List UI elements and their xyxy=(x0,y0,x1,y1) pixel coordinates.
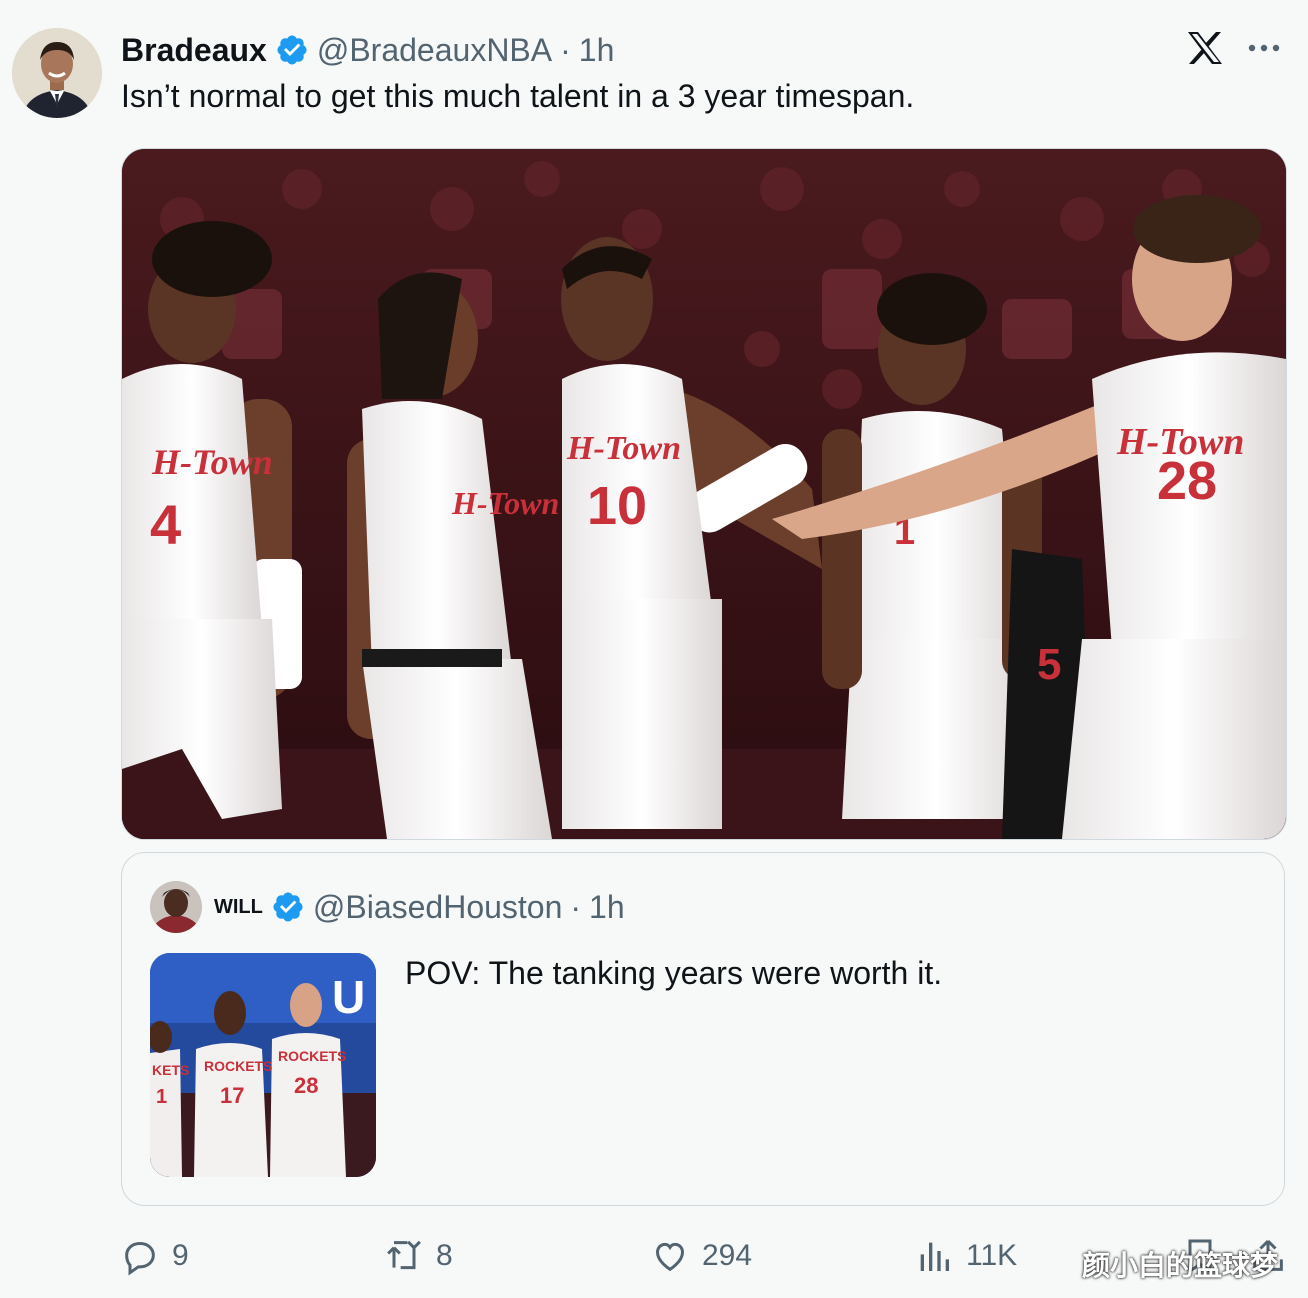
author-avatar[interactable] xyxy=(12,28,102,118)
svg-text:17: 17 xyxy=(220,1083,244,1108)
separator-dot: · xyxy=(560,31,571,68)
retweet-button[interactable]: 8 xyxy=(384,1226,453,1286)
quoted-header: WILL @BiasedHouston · 1h xyxy=(214,887,625,927)
svg-text:H-Town: H-Town xyxy=(451,485,559,521)
view-count: 11K xyxy=(966,1239,1018,1272)
like-count: 294 xyxy=(702,1239,753,1272)
retweet-icon xyxy=(387,1240,421,1270)
svg-text:1: 1 xyxy=(156,1086,167,1108)
quoted-text: POV: The tanking years were worth it. xyxy=(405,955,943,991)
x-logo-icon xyxy=(1188,32,1222,64)
thumb-banner-text: U xyxy=(332,971,365,1023)
like-button[interactable]: 294 xyxy=(650,1226,752,1286)
like-icon xyxy=(655,1242,685,1272)
svg-text:H-Town: H-Town xyxy=(151,442,273,482)
views-icon xyxy=(920,1242,949,1271)
quoted-timestamp[interactable]: 1h xyxy=(589,889,625,926)
svg-text:5: 5 xyxy=(1037,640,1061,689)
reply-count: 9 xyxy=(172,1239,189,1272)
reply-icon xyxy=(125,1241,155,1276)
quoted-handle[interactable]: @BiasedHouston xyxy=(313,889,563,926)
svg-text:28: 28 xyxy=(1157,451,1217,511)
author-handle[interactable]: @BradeauxNBA xyxy=(317,32,552,69)
quoted-photo[interactable]: U KETS 1 ROCKETS 17 ROCKETS 28 xyxy=(150,953,376,1177)
retweet-count: 8 xyxy=(436,1239,453,1272)
svg-text:10: 10 xyxy=(587,476,647,536)
verified-icon xyxy=(273,892,303,922)
verified-icon xyxy=(277,35,307,65)
svg-text:ROCKETS: ROCKETS xyxy=(278,1048,346,1064)
tweet-timestamp[interactable]: 1h xyxy=(579,32,615,69)
views-button[interactable]: 11K xyxy=(914,1226,1017,1286)
separator-dot: · xyxy=(570,888,582,925)
quoted-tweet[interactable]: WILL @BiasedHouston · 1h U KETS 1 ROCKET… xyxy=(121,852,1285,1206)
tweet-card[interactable]: Bradeaux @BradeauxNBA · 1h Isn’t normal … xyxy=(0,0,1308,1298)
svg-text:28: 28 xyxy=(294,1073,318,1098)
tweet-text: Isn’t normal to get this much talent in … xyxy=(121,78,915,114)
more-icon[interactable] xyxy=(1244,30,1284,66)
svg-text:4: 4 xyxy=(150,493,181,556)
quoted-display-name[interactable]: WILL xyxy=(214,896,263,919)
quoted-author-avatar[interactable] xyxy=(150,881,202,933)
author-display-name[interactable]: Bradeaux xyxy=(121,32,267,69)
svg-text:H-Town: H-Town xyxy=(566,430,681,467)
tweet-photo[interactable]: H-Town 4 H-Town H-Town 10 1 5 H-Town 28 xyxy=(121,148,1287,840)
svg-text:ROCKETS: ROCKETS xyxy=(204,1058,272,1074)
watermark-text: 颜小白的篮球梦 xyxy=(1082,1249,1279,1282)
tweet-header: Bradeaux @BradeauxNBA · 1h xyxy=(121,28,614,72)
svg-text:KETS: KETS xyxy=(152,1062,189,1078)
reply-button[interactable]: 9 xyxy=(120,1226,189,1286)
